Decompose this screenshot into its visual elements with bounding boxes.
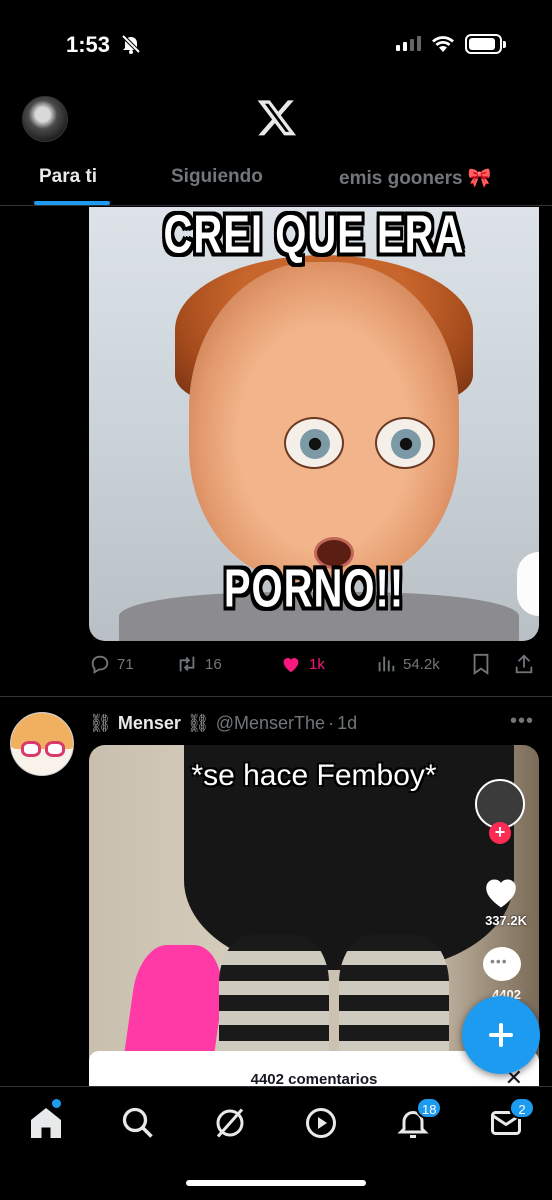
author-handle[interactable]: @MenserThe bbox=[216, 713, 325, 734]
grok-icon[interactable] bbox=[212, 1105, 248, 1141]
bell-off-icon bbox=[121, 34, 141, 54]
tiktok-heart-icon bbox=[486, 879, 516, 908]
more-options-icon[interactable]: ••• bbox=[510, 710, 534, 733]
wifi-icon bbox=[432, 36, 454, 52]
tiktok-likes: 337.2K bbox=[485, 913, 527, 928]
battery-icon bbox=[465, 34, 506, 54]
repost-icon bbox=[179, 656, 195, 672]
notifications-badge: 18 bbox=[416, 1097, 443, 1119]
views-icon bbox=[378, 656, 395, 672]
video-play-icon[interactable] bbox=[303, 1105, 339, 1141]
reply-count: 71 bbox=[117, 655, 134, 673]
meme-eye bbox=[375, 417, 435, 469]
like-count: 1k bbox=[309, 655, 325, 673]
author-avatar[interactable] bbox=[10, 712, 74, 776]
profile-avatar[interactable] bbox=[22, 96, 68, 142]
chain-emoji: ⛓ bbox=[186, 712, 210, 733]
meme-top-text: CREI QUE ERA bbox=[163, 207, 465, 265]
tweet-header: ⛓ Menser ⛓ @MenserThe · 1d bbox=[89, 710, 357, 736]
video-caption: *se hace Femboy* bbox=[191, 759, 437, 792]
tweet[interactable]: CREI QUE ERA PORNO!! 71 16 1k 54.2k bbox=[0, 207, 552, 697]
meme-eye bbox=[284, 417, 344, 469]
like-button[interactable]: 1k bbox=[279, 653, 325, 675]
search-icon[interactable] bbox=[120, 1105, 156, 1141]
chain-emoji: ⛓ bbox=[89, 712, 112, 733]
media-next-button[interactable] bbox=[517, 552, 539, 616]
compose-button[interactable] bbox=[462, 996, 540, 1074]
messages-badge: 2 bbox=[509, 1097, 535, 1119]
share-icon[interactable] bbox=[513, 653, 535, 675]
tweet-image[interactable]: CREI QUE ERA PORNO!! bbox=[89, 207, 539, 641]
heart-filled-icon bbox=[283, 658, 299, 673]
active-tab-indicator bbox=[34, 201, 110, 205]
tweet-time[interactable]: 1d bbox=[337, 713, 357, 734]
tiktok-follow-icon: + bbox=[489, 822, 511, 844]
repost-button[interactable]: 16 bbox=[175, 653, 222, 675]
views-button[interactable]: 54.2k bbox=[375, 653, 440, 675]
reply-button[interactable]: 71 bbox=[89, 653, 134, 675]
tab-para-ti[interactable]: Para ti bbox=[39, 152, 97, 188]
view-count: 54.2k bbox=[403, 655, 440, 673]
home-indicator bbox=[186, 1180, 366, 1186]
timeline-header: Para ti Siguiendo emis gooners 🎀 bbox=[0, 92, 552, 206]
tiktok-comment-icon bbox=[483, 947, 521, 981]
home-unread-dot bbox=[52, 1099, 61, 1108]
home-icon[interactable] bbox=[28, 1105, 64, 1141]
tab-emis-gooners[interactable]: emis gooners 🎀 bbox=[339, 152, 491, 190]
status-time: 1:53 bbox=[66, 32, 111, 57]
status-bar: 1:53 bbox=[0, 0, 552, 92]
tab-siguiendo[interactable]: Siguiendo bbox=[171, 152, 263, 188]
timeline-tabs: Para ti Siguiendo emis gooners 🎀 bbox=[0, 152, 552, 206]
cellular-signal-icon bbox=[396, 36, 421, 51]
bookmark-icon[interactable] bbox=[471, 653, 491, 675]
meme-bottom-text: PORNO!! bbox=[223, 559, 405, 619]
author-name[interactable]: Menser bbox=[118, 713, 181, 734]
separator-dot: · bbox=[328, 712, 335, 733]
repost-count: 16 bbox=[205, 655, 222, 673]
x-logo-icon[interactable] bbox=[256, 96, 298, 138]
tweet-actions: 71 16 1k 54.2k bbox=[89, 649, 539, 679]
reply-icon bbox=[91, 655, 109, 674]
